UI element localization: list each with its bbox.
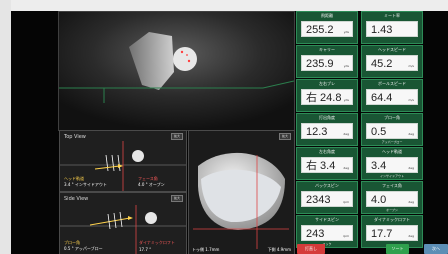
face-view-panel: 拡大 トゥ側 1.7mm 下側 4.9mm	[188, 130, 295, 254]
metric-value: 右 24.8	[306, 92, 342, 104]
metric-tile-2: キャリー 235.9 yds	[296, 45, 358, 78]
right-action-button[interactable]: 次へ	[424, 244, 448, 254]
window-top-strip	[0, 0, 448, 11]
metric-label: バックスピン	[315, 183, 339, 188]
middle-action-button[interactable]: ソート	[386, 244, 409, 254]
metric-label: 左右角度	[319, 149, 335, 154]
metric-value-box: 1.43	[366, 21, 418, 37]
metric-value-box: 17.7 deg	[366, 225, 418, 241]
metric-tile-8: 左右角度右 3.4 deg	[296, 147, 358, 180]
metric-tile-11: フェイス角 4.0 deg オープン	[361, 181, 423, 214]
metric-label: ダイナミックロフト	[374, 217, 410, 222]
metric-unit: rpm	[342, 200, 349, 204]
top-view-panel: Top View 拡大 ヘッド軌道 3.4 ° インサイドアウト フェース角 4…	[59, 130, 187, 192]
side-left-value: 0.5 ° アッパーブロー	[64, 246, 103, 251]
metric-tile-10: バックスピン 2343 rpm	[296, 181, 358, 214]
metric-unit: deg	[408, 132, 414, 136]
metric-unit: yds	[343, 30, 349, 34]
metric-value: 255.2	[306, 24, 334, 36]
metric-label: ブロー角	[384, 115, 400, 120]
metric-label: ヘッド軌道	[382, 149, 402, 154]
metric-unit: yds	[343, 98, 349, 102]
metric-value-box: 右 3.4 deg	[301, 157, 353, 173]
side-right-value: 17.7 °	[139, 247, 152, 252]
impact-marker-2	[187, 59, 191, 63]
metric-tile-1: ミート率 1.43	[361, 11, 423, 44]
metric-unit: yds	[343, 64, 349, 68]
metric-value-box: 235.9 yds	[301, 55, 353, 71]
metric-unit: m/s	[408, 64, 415, 68]
metric-value: 2343	[306, 194, 331, 206]
camera-background	[59, 12, 294, 130]
metric-subtext: インサイドアウト	[379, 174, 404, 178]
camera-view	[58, 11, 295, 131]
metric-tile-5: ボールスピード 64.4 m/s	[361, 79, 423, 112]
metric-unit: deg	[408, 234, 414, 238]
metric-label: サイドスピン	[315, 217, 339, 222]
metric-unit: m/s	[408, 98, 415, 102]
metric-value: 3.4	[371, 160, 387, 172]
metric-value-box: 右 24.8 yds	[301, 89, 353, 105]
metric-value-box: 3.4 deg	[366, 157, 418, 173]
metric-value: 17.7	[371, 228, 393, 240]
face-bottom-right: 下側 4.9mm	[267, 247, 291, 252]
metric-unit: deg	[343, 166, 349, 170]
face-view-graphic	[193, 152, 289, 249]
impact-marker-3	[186, 54, 188, 56]
metric-value: 1.43	[371, 24, 393, 36]
metric-value: 0.5	[371, 126, 387, 138]
metric-unit: deg	[343, 132, 349, 136]
metric-subtext: アッパーブロー	[381, 140, 403, 144]
metric-unit: rpm	[342, 234, 349, 238]
metric-value: 12.3	[306, 126, 328, 138]
metric-label: フェイス角	[382, 183, 402, 188]
metric-value: 45.2	[371, 58, 393, 70]
metric-tile-3: ヘッドスピード 45.2 m/s	[361, 45, 423, 78]
metric-tile-0: 飛距離 255.2 yds	[296, 11, 358, 44]
top-left-value: 3.4 ° インサイドアウト	[64, 182, 107, 187]
window-left-strip	[0, 0, 11, 254]
metric-subtext: オープン	[386, 208, 398, 212]
metric-unit: deg	[408, 200, 414, 204]
app-frame: Top View 拡大 ヘッド軌道 3.4 ° インサイドアウト フェース角 4…	[11, 11, 448, 254]
metric-value: 64.4	[371, 92, 393, 104]
metric-tile-7: ブロー角 0.5 deg アッパーブロー	[361, 113, 423, 146]
metric-value: 右 3.4	[306, 160, 336, 172]
golf-ball-shape	[173, 47, 197, 71]
metric-value-box: 0.5 deg	[366, 123, 418, 139]
impact-marker-1	[180, 50, 184, 54]
metric-label: 飛距離	[321, 13, 333, 18]
metric-value: 235.9	[306, 58, 334, 70]
side-right-label: ダイナミックロフト	[139, 240, 175, 245]
metric-label: ミート率	[384, 13, 400, 18]
face-bottom-left: トゥ側 1.7mm	[192, 247, 220, 252]
metric-value-box: 2343 rpm	[301, 191, 353, 207]
metric-value: 4.0	[371, 194, 387, 206]
metric-value-box: 64.4 m/s	[366, 89, 418, 105]
metric-value-box: 45.2 m/s	[366, 55, 418, 71]
metric-tile-6: 打出角度 12.3 deg	[296, 113, 358, 146]
metric-unit: deg	[408, 166, 414, 170]
metric-value-box: 243 rpm	[301, 225, 353, 241]
metric-value: 243	[306, 228, 325, 240]
metric-value-box: 12.3 deg	[301, 123, 353, 139]
top-right-value: 4.0 ° オープン	[138, 182, 165, 187]
metric-value-box: 4.0 deg	[366, 191, 418, 207]
metric-tile-9: ヘッド軌道 3.4 deg インサイドアウト	[361, 147, 423, 180]
left-action-button[interactable]: 打直し	[297, 244, 325, 254]
metric-label: 左右ブレ	[319, 81, 335, 86]
metric-label: 打出角度	[319, 115, 335, 120]
metric-label: ヘッドスピード	[378, 47, 406, 52]
metric-tile-4: 左右ブレ右 24.8 yds	[296, 79, 358, 112]
camera-scene	[59, 12, 294, 130]
metric-label: キャリー	[319, 47, 335, 52]
side-view-panel: Side View 拡大 ブロー角 0.5 ° アッパーブロー ダイナミックロフ…	[59, 192, 187, 254]
metric-label: ボールスピード	[378, 81, 406, 86]
metric-value-box: 255.2 yds	[301, 21, 353, 37]
